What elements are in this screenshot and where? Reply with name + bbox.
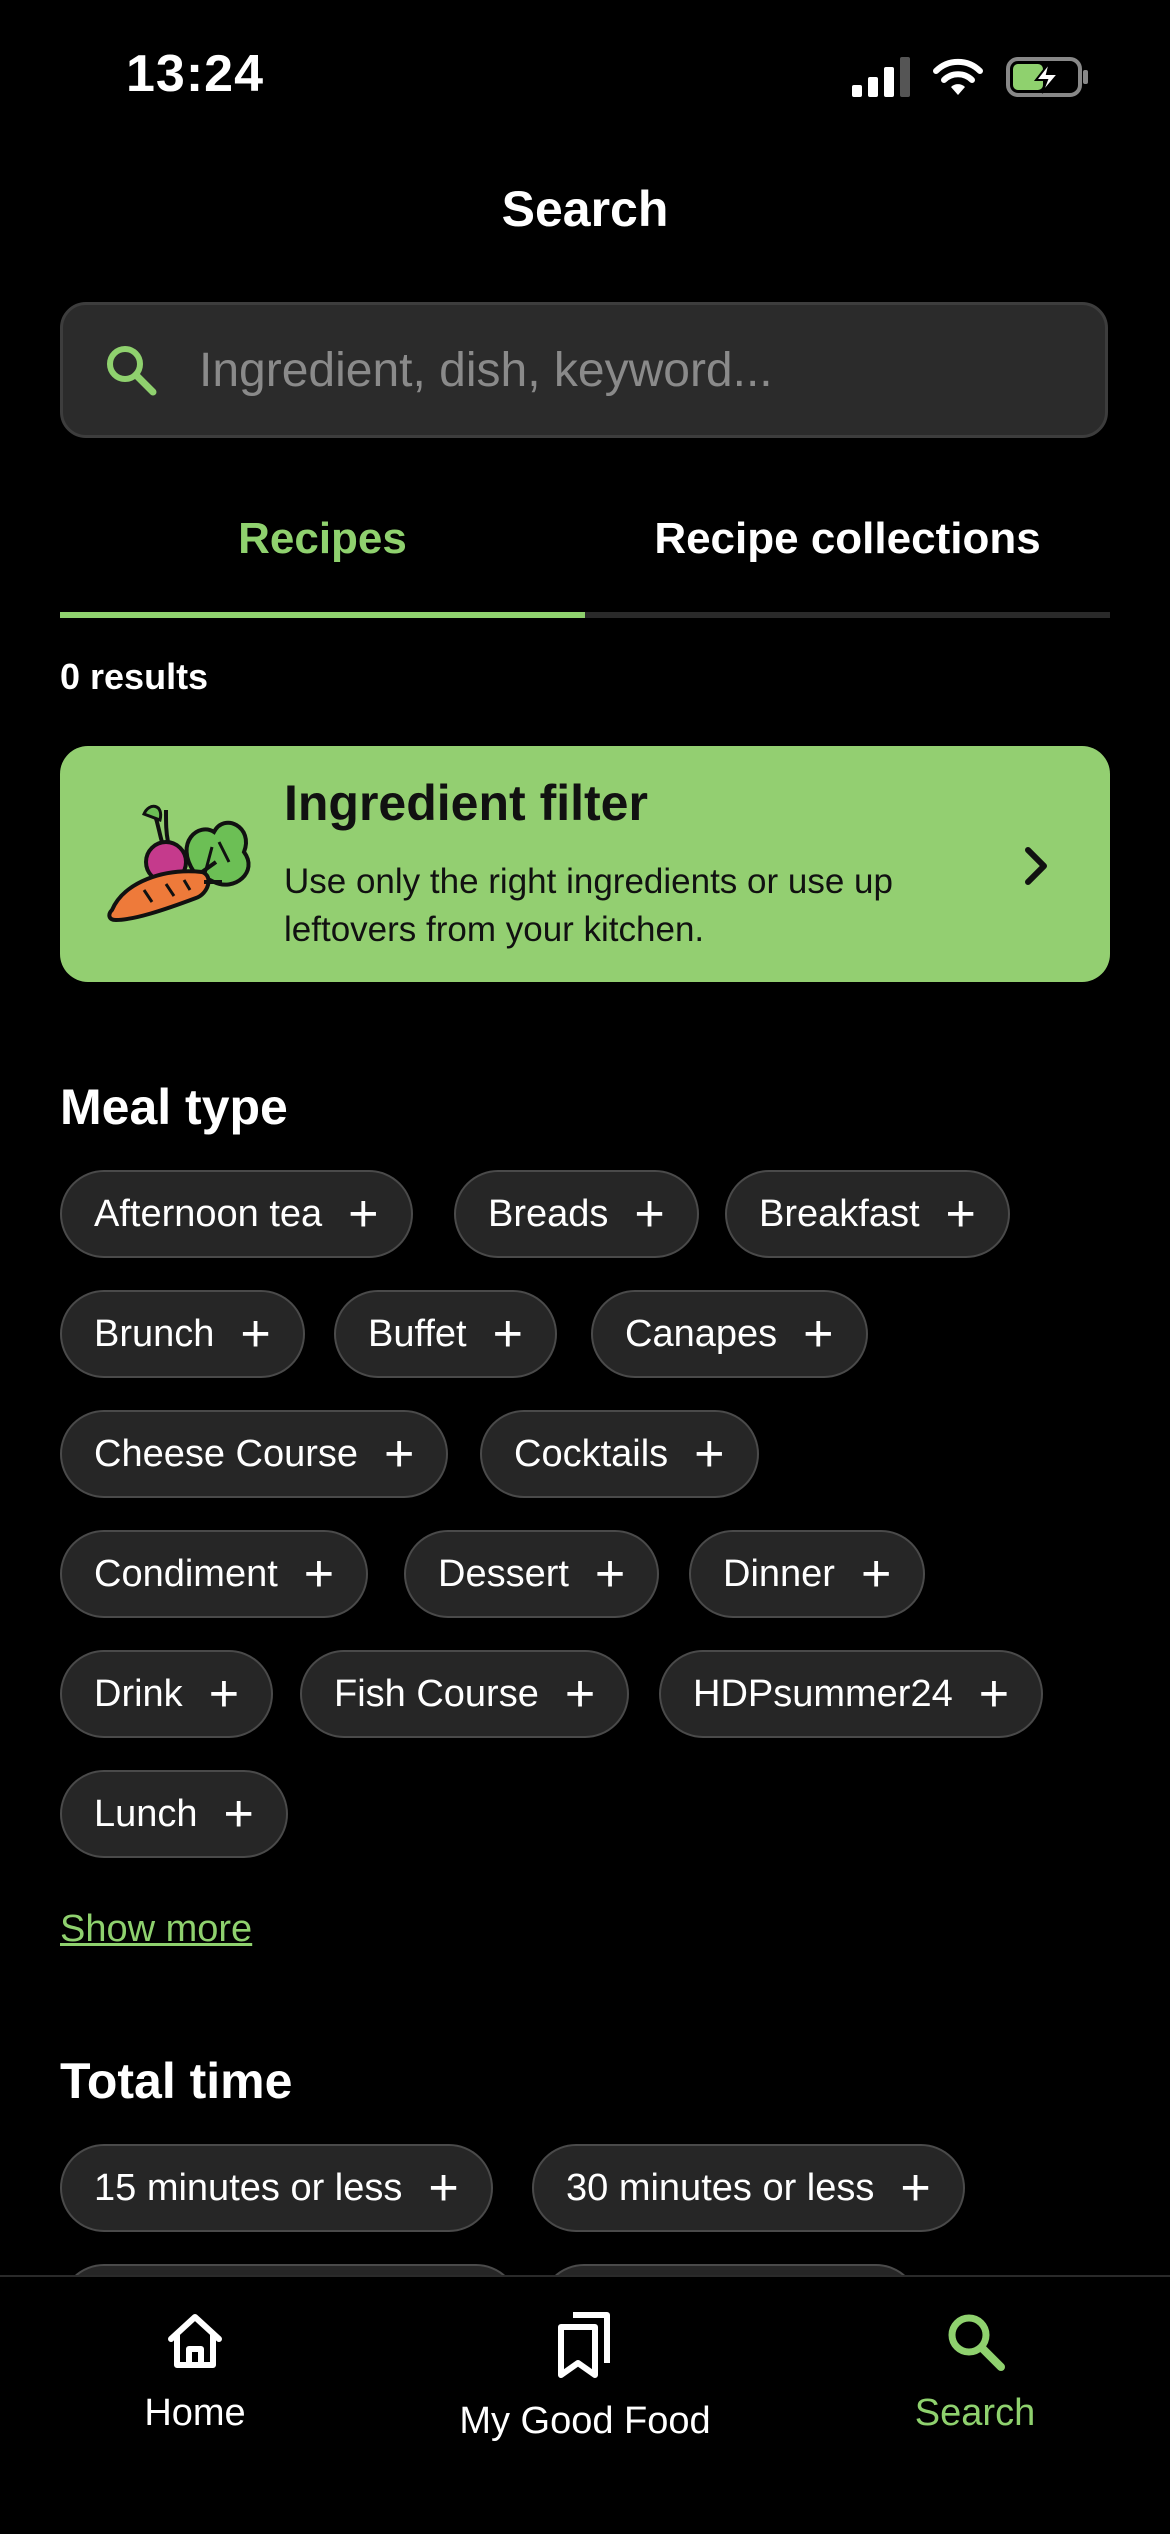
- plus-icon: +: [208, 1665, 240, 1723]
- chip-label: Condiment: [94, 1552, 278, 1595]
- search-input[interactable]: [197, 341, 1051, 399]
- chip-label: Afternoon tea: [94, 1192, 323, 1235]
- plus-icon: +: [945, 1185, 976, 1243]
- ingredient-filter-banner[interactable]: Ingredient filter Use only the right ing…: [60, 746, 1110, 982]
- bottom-nav: Home My Good Food Search: [0, 2275, 1170, 2534]
- nav-search[interactable]: Search: [780, 2309, 1170, 2435]
- chip-label: Canapes: [625, 1312, 778, 1355]
- chip-cheese-course[interactable]: Cheese Course +: [60, 1410, 449, 1498]
- nav-my-good-food-label: My Good Food: [459, 2400, 711, 2442]
- chip-label: Dessert: [438, 1552, 569, 1595]
- chip-buffet[interactable]: Buffet +: [334, 1290, 557, 1378]
- chip-label: Drink: [94, 1672, 183, 1715]
- chip-label: Dinner: [723, 1552, 835, 1595]
- plus-icon: +: [634, 1185, 665, 1243]
- meal-type-title: Meal type: [60, 1079, 288, 1135]
- plus-icon: +: [384, 1425, 415, 1483]
- chip-dessert[interactable]: Dessert +: [404, 1530, 660, 1618]
- chip-cocktails[interactable]: Cocktails +: [480, 1410, 759, 1498]
- chip-fish-course[interactable]: Fish Course +: [300, 1650, 630, 1738]
- signal-icon: [852, 57, 910, 97]
- chip-label: 30 minutes or less: [566, 2166, 875, 2209]
- home-icon: [168, 2314, 222, 2368]
- show-more-link[interactable]: Show more: [60, 1908, 252, 1951]
- chip-15-minutes[interactable]: 15 minutes or less +: [60, 2144, 493, 2232]
- chip-condiment[interactable]: Condiment +: [60, 1530, 369, 1618]
- plus-icon: +: [348, 1185, 379, 1243]
- nav-home-label: Home: [144, 2392, 246, 2434]
- results-count: 0 results: [60, 656, 209, 697]
- search-icon: [107, 346, 157, 396]
- plus-icon: +: [223, 1785, 254, 1843]
- status-bar: 13:24: [0, 0, 1170, 150]
- plus-icon: +: [240, 1305, 271, 1363]
- search-icon: [948, 2314, 1005, 2371]
- plus-icon: +: [564, 1665, 596, 1723]
- chip-label: Cocktails: [514, 1432, 669, 1475]
- active-tab-indicator: [60, 612, 585, 618]
- tab-recipe-collections[interactable]: Recipe collections: [585, 514, 1110, 564]
- tab-recipes[interactable]: Recipes: [60, 514, 585, 564]
- plus-icon: +: [428, 2159, 459, 2217]
- status-icons: [852, 56, 1090, 98]
- chevron-right-icon: [1025, 847, 1047, 885]
- plus-icon: +: [803, 1305, 834, 1363]
- nav-my-good-food[interactable]: My Good Food: [390, 2309, 780, 2443]
- plus-icon: +: [492, 1305, 523, 1363]
- page-title: Search: [501, 181, 669, 237]
- plus-icon: +: [900, 2159, 931, 2217]
- plus-icon: +: [694, 1425, 725, 1483]
- chip-label: Breads: [488, 1192, 609, 1235]
- plus-icon: +: [594, 1545, 626, 1603]
- chip-breakfast[interactable]: Breakfast +: [725, 1170, 1010, 1258]
- chip-breads[interactable]: Breads +: [454, 1170, 699, 1258]
- wifi-icon: [933, 58, 983, 95]
- banner-title: Ingredient filter: [284, 775, 648, 831]
- chip-lunch[interactable]: Lunch +: [60, 1770, 288, 1858]
- nav-home[interactable]: Home: [0, 2309, 390, 2435]
- chip-label: HDPsummer24: [693, 1672, 953, 1715]
- vegetables-icon: [107, 804, 251, 923]
- status-time: 13:24: [126, 45, 264, 103]
- tab-bar: Recipes Recipe collections: [60, 500, 1110, 620]
- chip-label: Brunch: [94, 1312, 215, 1355]
- battery-charging-icon: [1006, 57, 1088, 97]
- chip-dinner[interactable]: Dinner +: [689, 1530, 926, 1618]
- chip-30-minutes[interactable]: 30 minutes or less +: [532, 2144, 965, 2232]
- chip-label: Fish Course: [334, 1672, 539, 1715]
- chip-canapes[interactable]: Canapes +: [591, 1290, 868, 1378]
- plus-icon: +: [978, 1665, 1010, 1723]
- bookmarks-icon: [558, 2312, 610, 2378]
- total-time-title: Total time: [60, 2053, 293, 2109]
- chip-label: Breakfast: [759, 1192, 920, 1235]
- chip-afternoon-tea[interactable]: Afternoon tea +: [60, 1170, 413, 1258]
- chip-label: Cheese Course: [94, 1432, 359, 1475]
- chip-brunch[interactable]: Brunch +: [60, 1290, 305, 1378]
- nav-search-label: Search: [914, 2392, 1036, 2434]
- chip-hdpsummer24[interactable]: HDPsummer24 +: [659, 1650, 1044, 1738]
- chip-label: Buffet: [368, 1312, 467, 1355]
- banner-description: Use only the right ingredients or use up…: [284, 862, 893, 949]
- search-bar[interactable]: [60, 302, 1108, 438]
- chip-drink[interactable]: Drink +: [60, 1650, 274, 1738]
- plus-icon: +: [303, 1545, 335, 1603]
- chip-label: 15 minutes or less: [94, 2166, 403, 2209]
- plus-icon: +: [860, 1545, 892, 1603]
- chip-label: Lunch: [94, 1792, 198, 1835]
